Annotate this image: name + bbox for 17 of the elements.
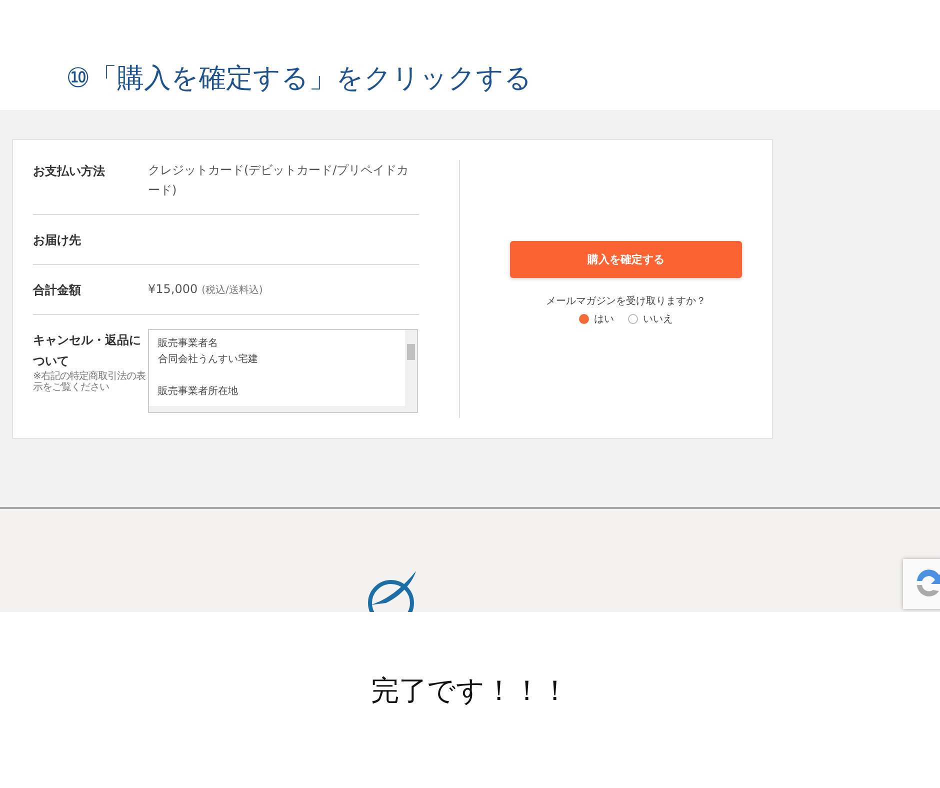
field-note: ※右記の特定商取引法の表示をご覧ください (33, 371, 146, 393)
field-value: クレジットカード(デビットカード/プリペイドカード) (148, 162, 410, 199)
newsletter-question: メールマガジンを受け取りますか？ (546, 294, 706, 308)
price-value: ¥15,000 (148, 281, 198, 298)
radio-label[interactable]: はい (594, 312, 614, 326)
radio-button[interactable] (628, 314, 638, 324)
field-label: キャンセル・返品について (33, 333, 141, 368)
field-label: お支払い方法 (33, 164, 105, 178)
tax-note: (税込/送料込) (202, 284, 263, 297)
radio-label[interactable]: いいえ (643, 312, 673, 326)
completion-caption: 完了です！！！ (370, 673, 570, 709)
radio-button[interactable] (579, 314, 589, 324)
field-label: お届け先 (33, 233, 81, 247)
terms-text-area[interactable]: 販売事業者名 合同会社うんすい宅建 販売事業者所在地 (148, 329, 418, 413)
recaptcha-badge-icon (903, 559, 940, 609)
field-label: 合計金額 (33, 283, 81, 297)
step-heading: ⑩「購入を確定する」をクリックする (66, 62, 532, 96)
